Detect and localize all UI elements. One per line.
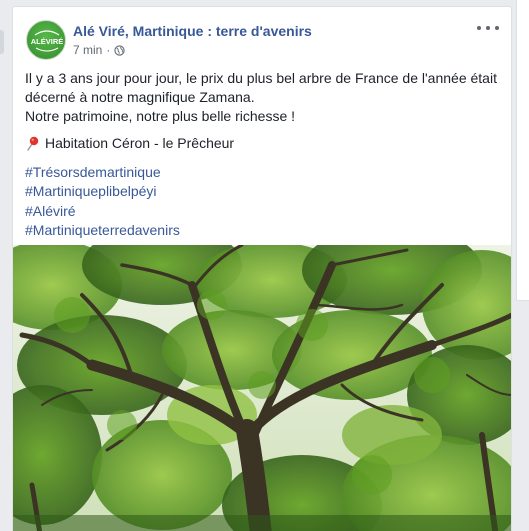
- more-dot: [495, 26, 499, 30]
- globe-icon[interactable]: [114, 44, 125, 56]
- post-text-line: Notre patrimoine, notre plus belle riche…: [25, 108, 296, 124]
- page-avatar[interactable]: ALÉVIRÉ: [26, 20, 66, 60]
- meta-separator: ·: [106, 43, 111, 57]
- post-timestamp[interactable]: 7 min: [73, 43, 102, 57]
- hashtag-link[interactable]: #Martiniqueterredavenirs: [25, 221, 499, 240]
- left-gutter: [0, 0, 12, 531]
- post-body: Il y a 3 ans jour pour jour, le prix du …: [13, 63, 511, 240]
- post-header: ALÉVIRÉ Alé Viré, Martinique : terre d'a…: [13, 7, 511, 63]
- post-photo[interactable]: [13, 245, 511, 531]
- more-dot: [486, 26, 490, 30]
- more-dot: [477, 26, 481, 30]
- feed-canvas: ALÉVIRÉ Alé Viré, Martinique : terre d'a…: [0, 0, 529, 531]
- right-sidebar-edge: [516, 0, 529, 301]
- post-meta: 7 min ·: [73, 43, 125, 57]
- hashtag-list: #Trésorsdemartinique #Martiniqueplibelpé…: [25, 163, 499, 240]
- location-label: Habitation Céron - le Prêcheur: [45, 135, 235, 151]
- avatar-logo-text: ALÉVIRÉ: [31, 37, 64, 46]
- left-panel-edge: [0, 30, 4, 54]
- post-location: Habitation Céron - le Prêcheur: [25, 134, 499, 153]
- right-gutter: [512, 0, 529, 531]
- post-text-line: décerné à notre magnifique Zamana.: [25, 89, 255, 105]
- page-name-link[interactable]: Alé Viré, Martinique : terre d'avenirs: [73, 23, 312, 39]
- hashtag-link[interactable]: #Trésorsdemartinique: [25, 163, 499, 182]
- post-text-line: Il y a 3 ans jour pour jour, le prix du …: [25, 70, 497, 86]
- more-options-icon[interactable]: [477, 21, 499, 35]
- avatar-logo-icon: ALÉVIRÉ: [31, 30, 64, 52]
- pushpin-icon: [27, 136, 39, 151]
- hashtag-link[interactable]: #Martiniqueplibelpéyi: [25, 182, 499, 201]
- feed-post: ALÉVIRÉ Alé Viré, Martinique : terre d'a…: [12, 6, 512, 531]
- tree-photo-image: [13, 245, 511, 531]
- hashtag-link[interactable]: #Aléviré: [25, 202, 499, 221]
